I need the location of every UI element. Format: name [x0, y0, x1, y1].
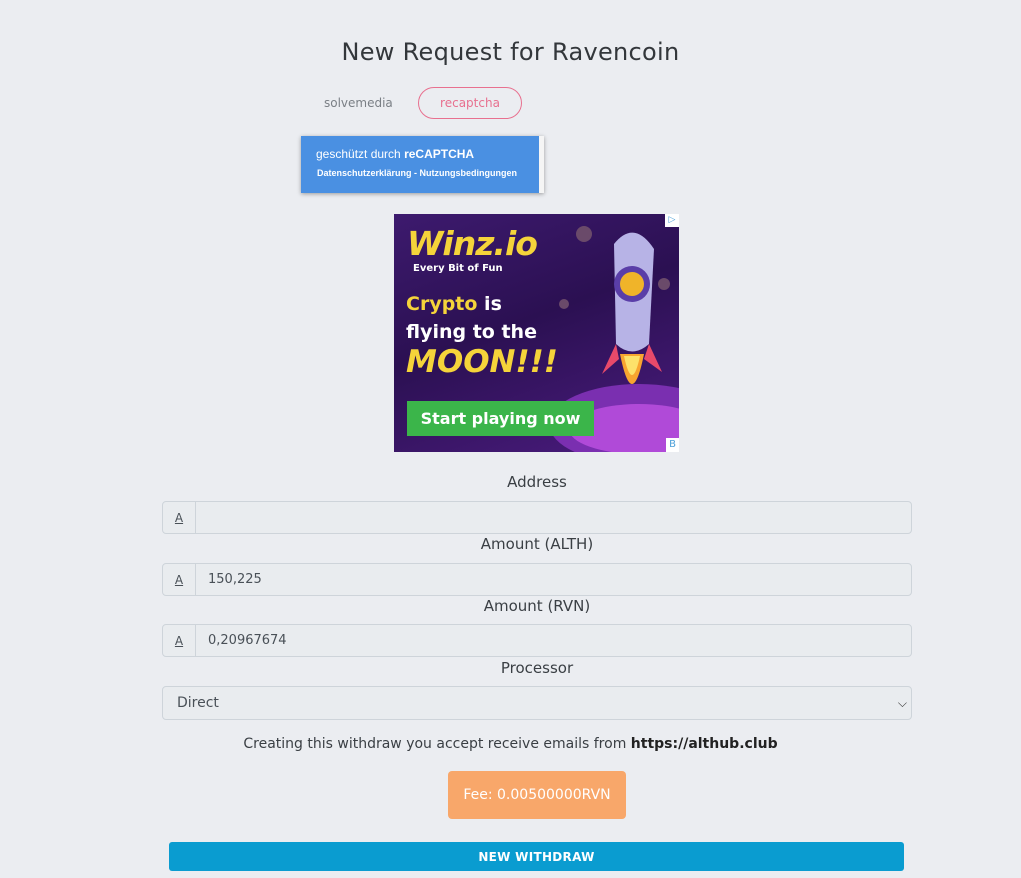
- recaptcha-badge[interactable]: geschützt durch reCAPTCHA Datenschutzerk…: [301, 136, 544, 193]
- processor-selected-value: Direct: [177, 695, 219, 711]
- chevron-down-icon: ⌵: [897, 696, 907, 710]
- tab-recaptcha[interactable]: recaptcha: [418, 87, 522, 119]
- adchoices-icon[interactable]: ▷: [665, 214, 679, 227]
- address-addon-icon: A: [162, 501, 196, 534]
- amount-rvn-label: Amount (RVN): [483, 597, 591, 615]
- email-consent-notice: Creating this withdraw you accept receiv…: [243, 736, 778, 752]
- althub-link[interactable]: https://althub.club: [631, 736, 778, 752]
- amount-rvn-addon-icon: A: [162, 624, 196, 657]
- ad-moon-text: MOON!!!: [406, 344, 558, 380]
- amount-alth-field[interactable]: A 150,225: [162, 563, 912, 596]
- ad-banner[interactable]: Winz.io Every Bit of Fun Crypto is flying…: [394, 214, 679, 452]
- ad-cta-button[interactable]: Start playing now: [407, 401, 594, 436]
- address-label: Address: [507, 473, 567, 491]
- page-title: New Request for Ravencoin: [341, 38, 680, 66]
- amount-alth-input[interactable]: 150,225: [195, 563, 912, 596]
- processor-label: Processor: [500, 659, 574, 677]
- ad-tagline: Every Bit of Fun: [413, 263, 503, 274]
- recaptcha-logo-edge: [539, 136, 544, 193]
- amount-alth-label: Amount (ALTH): [480, 535, 594, 553]
- amount-alth-addon-icon: A: [162, 563, 196, 596]
- recaptcha-links[interactable]: Datenschutzerklärung - Nutzungsbedingung…: [317, 168, 517, 178]
- new-withdraw-button[interactable]: NEW WITHDRAW: [169, 842, 904, 871]
- recaptcha-protected-text: geschützt durch reCAPTCHA: [316, 147, 475, 161]
- amount-rvn-input[interactable]: 0,20967674: [195, 624, 912, 657]
- address-field[interactable]: A: [162, 501, 912, 534]
- winz-logo: Winz.io: [407, 224, 538, 263]
- ad-badge-icon[interactable]: B: [666, 438, 679, 452]
- tab-solvemedia[interactable]: solvemedia: [324, 96, 393, 110]
- fee-badge: Fee: 0.00500000RVN: [448, 771, 626, 819]
- amount-rvn-field[interactable]: A 0,20967674: [162, 624, 912, 657]
- address-input[interactable]: [195, 501, 912, 534]
- processor-select[interactable]: Direct ⌵: [162, 686, 912, 720]
- ad-headline: Crypto is flying to the: [406, 293, 537, 343]
